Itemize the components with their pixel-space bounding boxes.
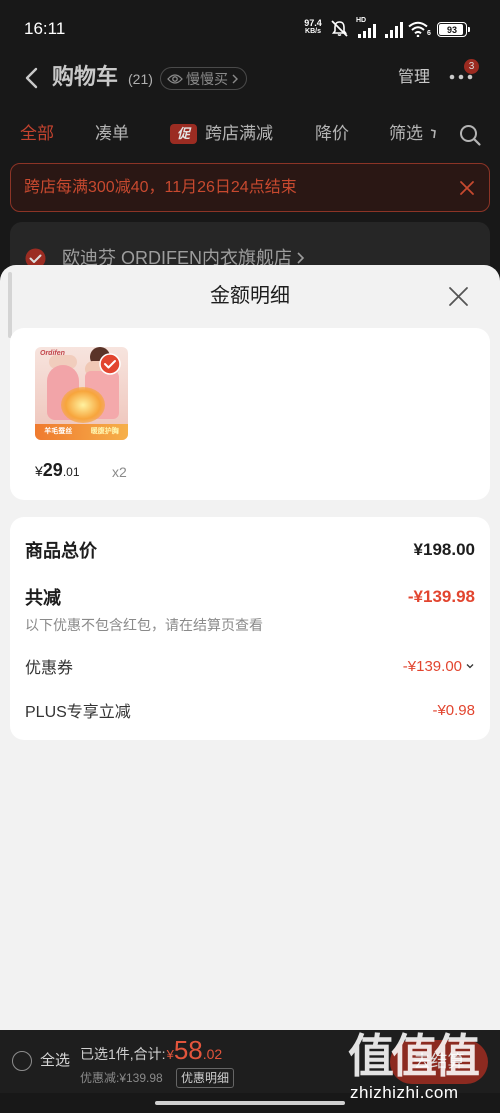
home-indicator[interactable] [155, 1101, 345, 1105]
watermark-logo: 值值值 [348, 1030, 480, 1082]
selected-count-text: 已选1件,合计: [80, 1046, 166, 1062]
discount-detail-button[interactable]: 优惠明细 [176, 1068, 234, 1088]
price-symbol: ¥ [35, 463, 43, 479]
product-image-tag: 暖腹护胸 [90, 428, 119, 435]
product-card: Ordifen 羊毛蚕丝 暖腹护胸 ¥ 29 .01 x2 [10, 328, 490, 500]
discount-text: 优惠减:¥139.98 [80, 1071, 163, 1085]
close-icon[interactable] [459, 180, 475, 196]
total-reduction-value: -¥139.98 [407, 587, 475, 606]
tab-label: 降价 [315, 124, 349, 143]
amount-detail-sheet: 金额明细 Ordifen 羊毛蚕丝 暖腹护胸 ¥ 29 .01 x2 商品总价 … [0, 265, 500, 1030]
price-decimal: .01 [62, 465, 80, 479]
close-icon[interactable] [448, 286, 469, 307]
product-image-brand: Ordifen [40, 350, 65, 357]
sheet-title: 金额明细 [210, 285, 290, 307]
watermark-site: zhizhizhi.com [350, 1083, 459, 1102]
chevron-right-icon [297, 252, 305, 264]
tab-label: 跨店满减 [205, 124, 273, 143]
coupon-value: -¥139.00 [402, 657, 462, 675]
product-image-tag: 羊毛蚕丝 [44, 428, 73, 435]
battery-tip [468, 27, 470, 32]
coupon-label: 优惠券 [25, 660, 74, 677]
chevron-right-icon [232, 74, 238, 83]
signal-icon [385, 22, 403, 38]
network-speed-unit: KB/s [305, 28, 321, 35]
select-all-label[interactable]: 全选 [40, 1052, 70, 1070]
cart-count: (21) [128, 71, 153, 87]
coupon-row[interactable]: 优惠券 -¥139.00 [25, 655, 475, 677]
tab-label: 筛选 [389, 124, 423, 143]
tab-label: 全部 [20, 124, 54, 143]
tab-filter[interactable]: 筛选 [389, 123, 437, 145]
plus-discount-row: PLUS专享立减 -¥0.98 [25, 699, 475, 722]
slow-buy-label: 慢慢买 [186, 70, 228, 87]
manage-button[interactable]: 管理 [398, 68, 430, 88]
network-speed: 97.4 KB/s [300, 19, 326, 36]
coupon-value-group: -¥139.00 [403, 658, 475, 675]
total-reduction-row: 共减 -¥139.98 [25, 586, 475, 608]
price-summary-card: 商品总价 ¥198.00 共减 -¥139.98 以下优惠不包含红包，请在结算页… [10, 517, 490, 740]
page-title: 购物车 [52, 64, 119, 89]
notification-badge: 3 [464, 59, 479, 74]
plus-discount-value: -¥0.98 [432, 701, 475, 719]
checked-circle-icon[interactable] [99, 353, 121, 375]
promo-badge: 促 [170, 124, 197, 144]
total-price-label: 商品总价 [25, 541, 97, 561]
total-symbol: ¥ [166, 1047, 174, 1062]
tab-price-drop[interactable]: 降价 [315, 123, 349, 145]
total-decimal: .02 [202, 1046, 223, 1062]
tab-cross-store-discount[interactable]: 促 跨店满减 [170, 123, 273, 145]
status-time: 16:11 [24, 19, 66, 38]
filter-arrow-icon [430, 129, 436, 139]
slow-buy-button[interactable]: 慢慢买 [160, 67, 247, 90]
battery-percent: 93 [446, 24, 457, 35]
total-price-value: ¥198.00 [413, 540, 475, 559]
chevron-down-icon[interactable] [465, 662, 475, 670]
total-summary: 已选1件,合计: ¥ 58 .02 [80, 1035, 222, 1066]
network-speed-value: 97.4 [304, 18, 322, 28]
reduction-note: 以下优惠不包含红包，请在结算页查看 [25, 617, 263, 633]
total-integer: 58 [173, 1035, 203, 1065]
product-image-warmth-glow [61, 387, 105, 423]
screen: 16:11 97.4 KB/s HD 6 93 购物车 (21) 慢慢买 管理 … [0, 0, 500, 1113]
promo-banner[interactable]: 跨店每满300减40，11月26日24点结束 [10, 163, 490, 212]
chevron-left-icon[interactable] [22, 66, 42, 90]
signal-icon [358, 24, 376, 38]
mute-bell-icon [331, 20, 348, 37]
unit-price: ¥ 29 .01 [35, 460, 80, 481]
total-reduction-label: 共减 [25, 588, 61, 608]
total-price-row: 商品总价 ¥198.00 [25, 539, 475, 561]
product-image-band: 羊毛蚕丝 暖腹护胸 [35, 424, 128, 440]
wifi-generation: 6 [427, 30, 431, 37]
price-integer: 29 [42, 460, 63, 480]
wifi-icon [408, 21, 428, 37]
promo-banner-text: 跨店每满300减40，11月26日24点结束 [24, 179, 297, 196]
tab-all[interactable]: 全部 [20, 123, 54, 145]
plus-discount-label: PLUS专享立减 [25, 704, 131, 721]
tab-label: 凑单 [95, 124, 129, 143]
product-image[interactable]: Ordifen 羊毛蚕丝 暖腹护胸 [35, 347, 128, 440]
eye-icon [167, 73, 183, 84]
battery-icon: 93 [437, 22, 470, 37]
search-icon[interactable] [458, 123, 482, 147]
tab-bundle[interactable]: 凑单 [95, 123, 129, 145]
quantity: x2 [112, 464, 127, 480]
select-all-checkbox[interactable] [12, 1051, 32, 1071]
